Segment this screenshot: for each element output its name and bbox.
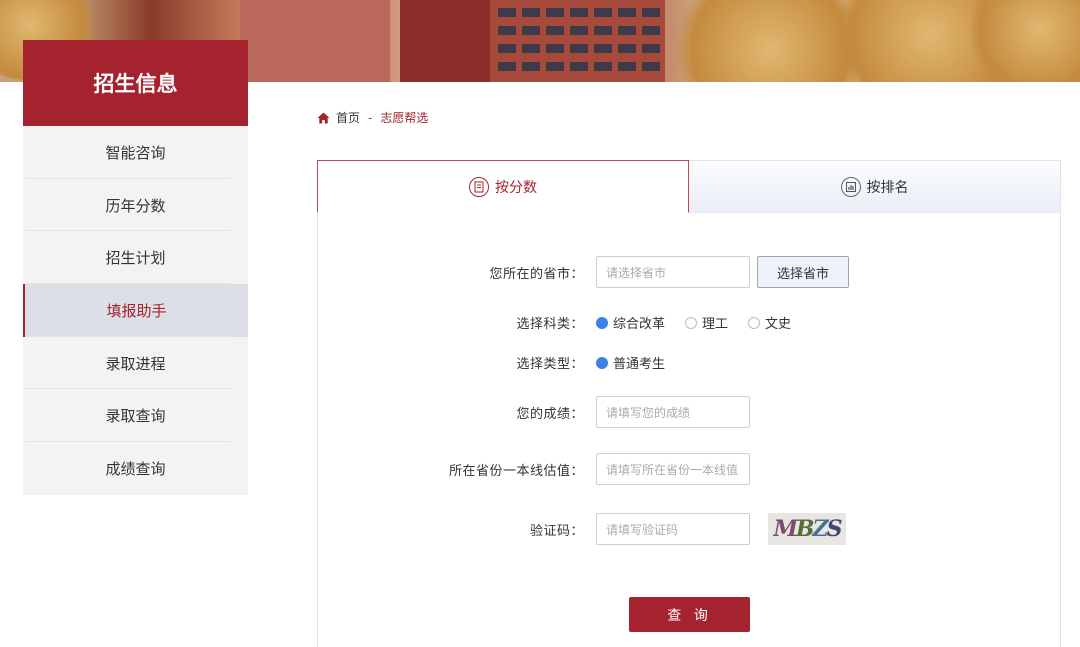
- chart-icon: [840, 177, 861, 197]
- tab-by-rank[interactable]: 按排名: [689, 160, 1061, 213]
- type-label: 选择类型：: [516, 357, 584, 372]
- breadcrumb-current: 志愿帮选: [380, 111, 429, 125]
- radio-regular-candidate[interactable]: 普通考生: [596, 353, 665, 372]
- banner-building: [240, 0, 390, 82]
- form-row-captcha: 验证码： 请填写验证码 MBZS: [318, 513, 1062, 545]
- form-row-type: 选择类型： 普通考生: [318, 353, 1062, 372]
- query-submit-button[interactable]: 查 询: [629, 597, 750, 632]
- captcha-char: S: [826, 516, 843, 542]
- captcha-label: 验证码：: [529, 523, 584, 539]
- form-row-province: 您所在的省市： 请选择省市 选择省市: [318, 256, 1062, 288]
- sidebar-item-smart-consult[interactable]: 智能咨询: [23, 126, 248, 179]
- tab-label: 按排名: [866, 180, 909, 196]
- sidebar-item-score-query[interactable]: 成绩查询: [23, 442, 248, 495]
- radio-indicator[interactable]: [748, 316, 761, 329]
- captcha-char: B: [795, 516, 815, 542]
- sidebar-title: 招生信息: [23, 40, 248, 126]
- radio-comprehensive-reform[interactable]: 综合改革: [596, 313, 665, 332]
- form-row-score: 您的成绩： 请填写您的成绩: [318, 396, 1062, 428]
- form-row-subject: 选择科类： 综合改革 理工 文史: [318, 313, 1062, 332]
- breadcrumb-separator: -: [368, 110, 373, 125]
- tier1-line-label: 所在省份一本线估值：: [448, 463, 584, 479]
- captcha-char: Z: [812, 516, 829, 542]
- subject-radio-group: 综合改革 理工 文史: [596, 313, 791, 332]
- sidebar-item-application-assistant[interactable]: 填报助手: [23, 284, 248, 337]
- home-icon[interactable]: [317, 112, 330, 124]
- subject-label: 选择科类：: [516, 317, 584, 332]
- sidebar-item-enrollment-plan[interactable]: 招生计划: [23, 231, 248, 284]
- radio-indicator[interactable]: [596, 316, 608, 329]
- province-input[interactable]: 请选择省市: [596, 256, 750, 288]
- captcha-char: M: [773, 516, 798, 542]
- radio-indicator[interactable]: [596, 356, 608, 369]
- captcha-input[interactable]: 请填写验证码: [596, 513, 750, 545]
- document-icon: [469, 176, 489, 197]
- score-input[interactable]: 请填写您的成绩: [596, 396, 750, 428]
- query-panel: 按分数 按排名 您所在的省市： 请选择省市 选择省市 选择科类： 综合改革 理工: [317, 160, 1061, 647]
- sidebar: 招生信息 智能咨询 历年分数 招生计划 填报助手 录取进程 录取查询 成绩查询: [23, 40, 248, 495]
- radio-label: 理工: [702, 317, 729, 332]
- province-label: 您所在的省市：: [489, 266, 584, 282]
- score-label: 您的成绩：: [516, 406, 584, 422]
- radio-liberal-arts[interactable]: 文史: [748, 313, 791, 332]
- breadcrumb: 首页 - 志愿帮选: [317, 109, 428, 126]
- tab-label: 按分数: [495, 179, 537, 196]
- radio-label: 文史: [765, 317, 792, 332]
- breadcrumb-home-link[interactable]: 首页: [336, 109, 360, 126]
- type-radio-group: 普通考生: [596, 353, 665, 372]
- form-row-tier1-line: 所在省份一本线估值： 请填写所在省份一本线值: [318, 453, 1062, 485]
- sidebar-item-admission-query[interactable]: 录取查询: [23, 389, 248, 442]
- radio-indicator[interactable]: [685, 316, 698, 329]
- banner-building: [490, 0, 665, 82]
- sidebar-item-historical-scores[interactable]: 历年分数: [23, 179, 248, 232]
- captcha-image[interactable]: MBZS: [768, 513, 846, 545]
- radio-label: 综合改革: [613, 317, 666, 332]
- radio-label: 普通考生: [613, 357, 666, 372]
- tab-by-score[interactable]: 按分数: [317, 160, 689, 213]
- radio-science[interactable]: 理工: [685, 313, 728, 332]
- banner-building: [400, 0, 500, 82]
- sidebar-menu: 智能咨询 历年分数 招生计划 填报助手 录取进程 录取查询 成绩查询: [23, 126, 248, 495]
- select-province-button[interactable]: 选择省市: [757, 256, 849, 288]
- tab-bar: 按分数 按排名: [317, 160, 1061, 213]
- sidebar-item-admission-progress[interactable]: 录取进程: [23, 337, 248, 390]
- tier1-line-input[interactable]: 请填写所在省份一本线值: [596, 453, 750, 485]
